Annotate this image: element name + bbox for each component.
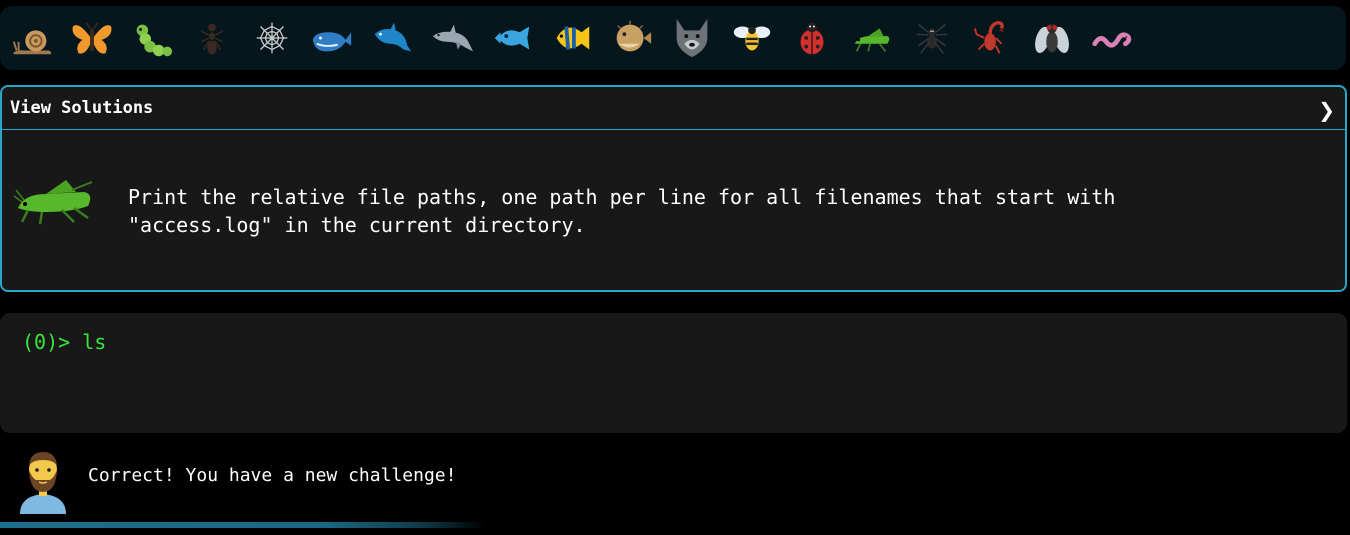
cricket-icon[interactable] bbox=[842, 8, 902, 68]
view-solutions-title: View Solutions bbox=[10, 98, 154, 118]
challenge-description: Print the relative file paths, one path … bbox=[128, 185, 1116, 237]
creature-bar bbox=[0, 6, 1346, 70]
chevron-right-icon: ❯ bbox=[1318, 98, 1335, 122]
snail-icon[interactable] bbox=[2, 8, 62, 68]
app-root: View Solutions ❯ Print the relative file… bbox=[0, 0, 1350, 535]
fly-icon[interactable] bbox=[1022, 8, 1082, 68]
worm-icon[interactable] bbox=[1082, 8, 1142, 68]
cricket-icon bbox=[13, 180, 93, 225]
wolf-icon[interactable] bbox=[662, 8, 722, 68]
honeybee-icon[interactable] bbox=[722, 8, 782, 68]
dolphin-icon[interactable] bbox=[422, 8, 482, 68]
tropical-fish-icon[interactable] bbox=[542, 8, 602, 68]
blowfish-icon[interactable] bbox=[602, 8, 662, 68]
butterfly-icon[interactable] bbox=[62, 8, 122, 68]
progress-fill bbox=[0, 522, 810, 528]
whale-icon[interactable] bbox=[302, 8, 362, 68]
view-solutions-toggle[interactable]: View Solutions ❯ bbox=[2, 87, 1345, 130]
ladybug-icon[interactable] bbox=[782, 8, 842, 68]
progress-bar bbox=[0, 522, 1350, 528]
feedback-message: Correct! You have a new challenge! bbox=[88, 465, 457, 486]
terminal[interactable]: (0)> ls bbox=[0, 313, 1347, 433]
challenge-body: Print the relative file paths, one path … bbox=[2, 130, 1345, 290]
fish-icon[interactable] bbox=[482, 8, 542, 68]
spider-web-icon[interactable] bbox=[242, 8, 302, 68]
caterpillar-icon[interactable] bbox=[122, 8, 182, 68]
scorpion-icon[interactable] bbox=[962, 8, 1022, 68]
challenge-panel: View Solutions ❯ Print the relative file… bbox=[0, 85, 1347, 292]
spider-icon[interactable] bbox=[902, 8, 962, 68]
terminal-input-line[interactable]: (0)> ls bbox=[22, 330, 1325, 354]
ant-icon[interactable] bbox=[182, 8, 242, 68]
bearded-man-icon bbox=[20, 452, 66, 514]
feedback-row: Correct! You have a new challenge! bbox=[0, 444, 1350, 520]
blue-dolphin-icon[interactable] bbox=[362, 8, 422, 68]
